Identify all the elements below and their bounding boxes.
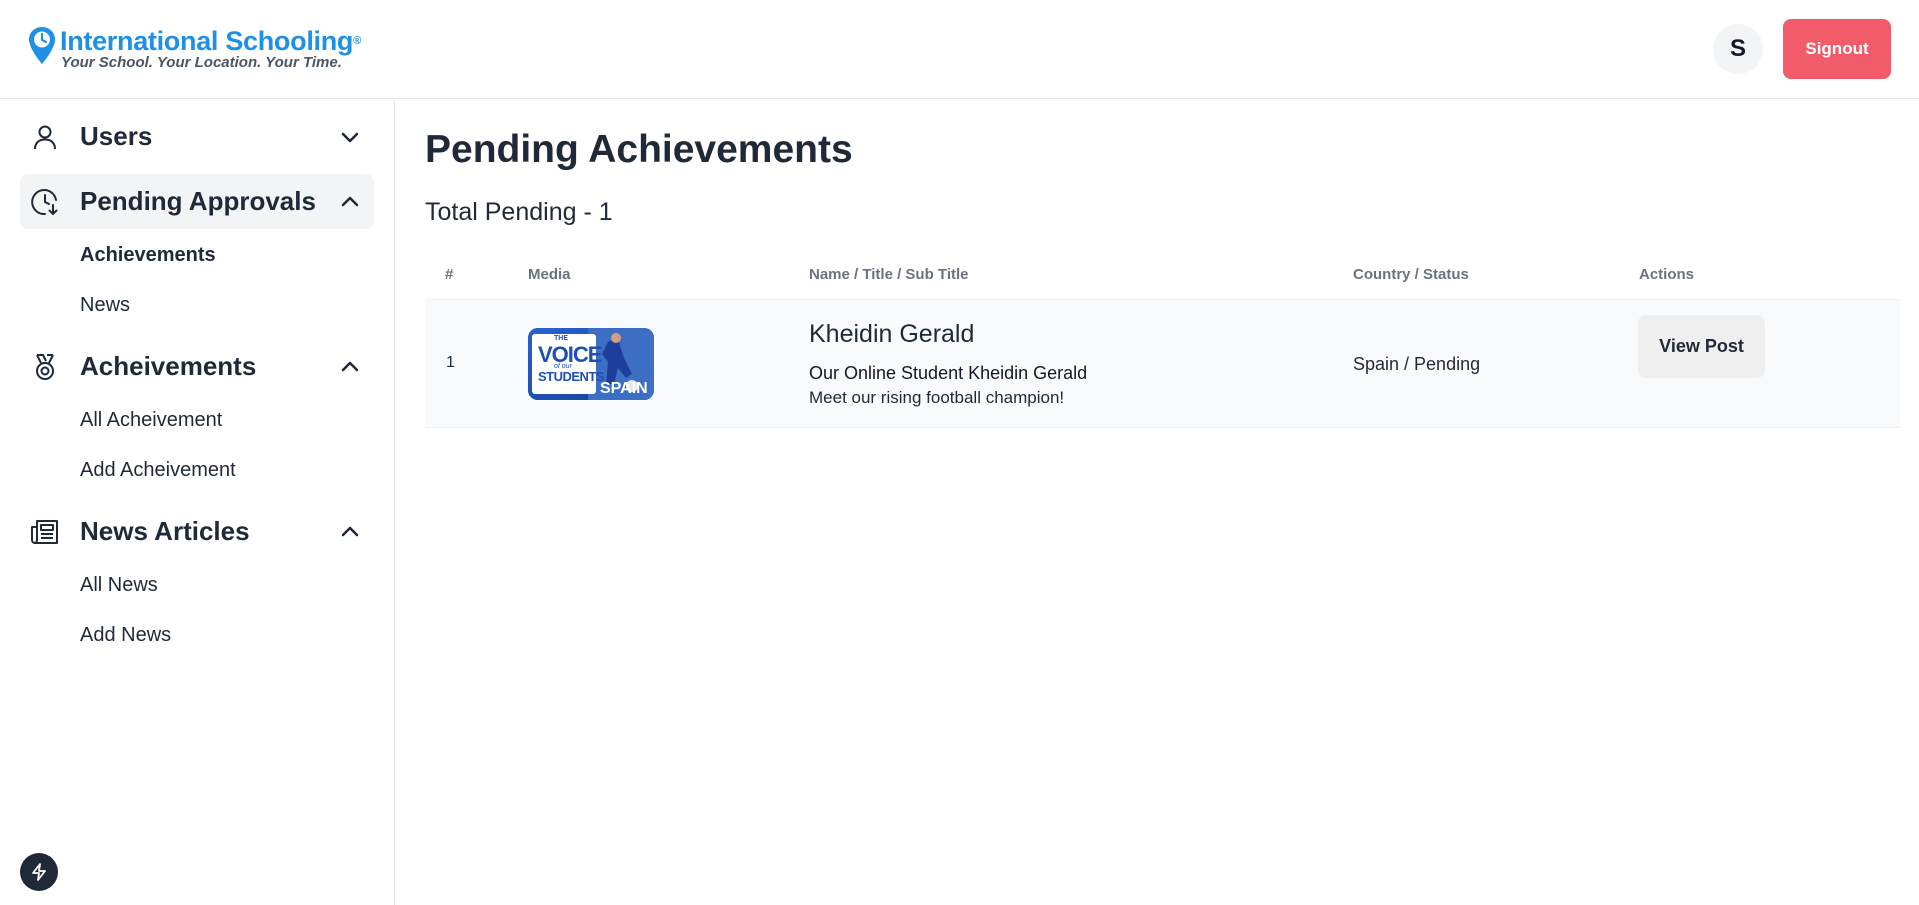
achievement-title: Our Online Student Kheidin Gerald — [809, 363, 1088, 383]
chevron-down-icon[interactable] — [338, 125, 362, 149]
table-header: # Media Name / Title / Sub Title Country… — [425, 262, 1900, 300]
sidebar-group-label: Users — [80, 121, 153, 151]
sidebar-group-users[interactable]: Users — [20, 109, 374, 164]
total-pending-count: Total Pending - 1 — [425, 198, 613, 226]
sidebar-group-label: Pending Approvals — [80, 186, 316, 216]
sidebar-item-all-acheivement[interactable]: All Acheivement — [80, 409, 222, 432]
thumbnail-text-the: THE — [554, 335, 568, 342]
lightning-bolt-icon[interactable] — [20, 853, 58, 891]
sidebar-item-achievements[interactable]: Achievements — [80, 244, 216, 267]
sidebar-group-news-articles[interactable]: News Articles — [20, 504, 374, 559]
column-header-actions: Actions — [1639, 266, 1695, 283]
chevron-up-icon[interactable] — [338, 190, 362, 214]
logo-tagline: Your School. Your Location. Your Time. — [61, 54, 342, 71]
newspaper-icon — [30, 517, 60, 547]
avatar[interactable]: S — [1713, 24, 1763, 74]
logo-registered-mark: ® — [353, 35, 361, 47]
sidebar-item-add-acheivement[interactable]: Add Acheivement — [80, 459, 236, 482]
country-status: Spain / Pending — [1353, 354, 1481, 374]
sidebar-group-label: News Articles — [80, 516, 250, 546]
column-header-country-status: Country / Status — [1353, 266, 1469, 283]
sidebar-group-label: Acheivements — [80, 351, 257, 381]
chevron-up-icon[interactable] — [338, 520, 362, 544]
row-index: 1 — [446, 354, 455, 371]
sidebar-item-news[interactable]: News — [80, 294, 130, 317]
clock-icon — [30, 187, 60, 217]
achievement-thumbnail[interactable]: THE VOICE of our STUDENTS SPAIN — [528, 328, 654, 400]
top-header: International Schooling® Your School. Yo… — [0, 0, 1919, 99]
user-icon — [30, 122, 60, 152]
thumbnail-text-students: STUDENTS — [538, 369, 605, 384]
sidebar: Users Pending Approvals Achievements New… — [0, 100, 395, 905]
medal-icon — [30, 352, 60, 382]
achievement-subtitle: Meet our rising football champion! — [809, 388, 1065, 407]
view-post-button[interactable]: View Post — [1638, 315, 1765, 378]
column-header-index: # — [445, 266, 454, 283]
achievement-name: Kheidin Gerald — [809, 320, 975, 348]
thumbnail-text-country: SPAIN — [600, 380, 648, 397]
column-header-media: Media — [528, 266, 571, 283]
page-title: Pending Achievements — [425, 128, 853, 171]
sidebar-group-acheivements[interactable]: Acheivements — [20, 339, 374, 394]
sidebar-item-add-news[interactable]: Add News — [80, 624, 171, 647]
signout-button[interactable]: Signout — [1783, 19, 1891, 79]
table-row: 1 THE VOICE of our STUDENTS SPAIN Kheidi… — [425, 300, 1900, 428]
column-header-name-title: Name / Title / Sub Title — [809, 266, 969, 283]
sidebar-item-all-news[interactable]: All News — [80, 574, 158, 597]
chevron-up-icon[interactable] — [338, 355, 362, 379]
logo-name: International Schooling — [60, 26, 354, 56]
location-pin-icon — [29, 27, 55, 64]
sidebar-group-pending-approvals[interactable]: Pending Approvals — [20, 174, 374, 229]
